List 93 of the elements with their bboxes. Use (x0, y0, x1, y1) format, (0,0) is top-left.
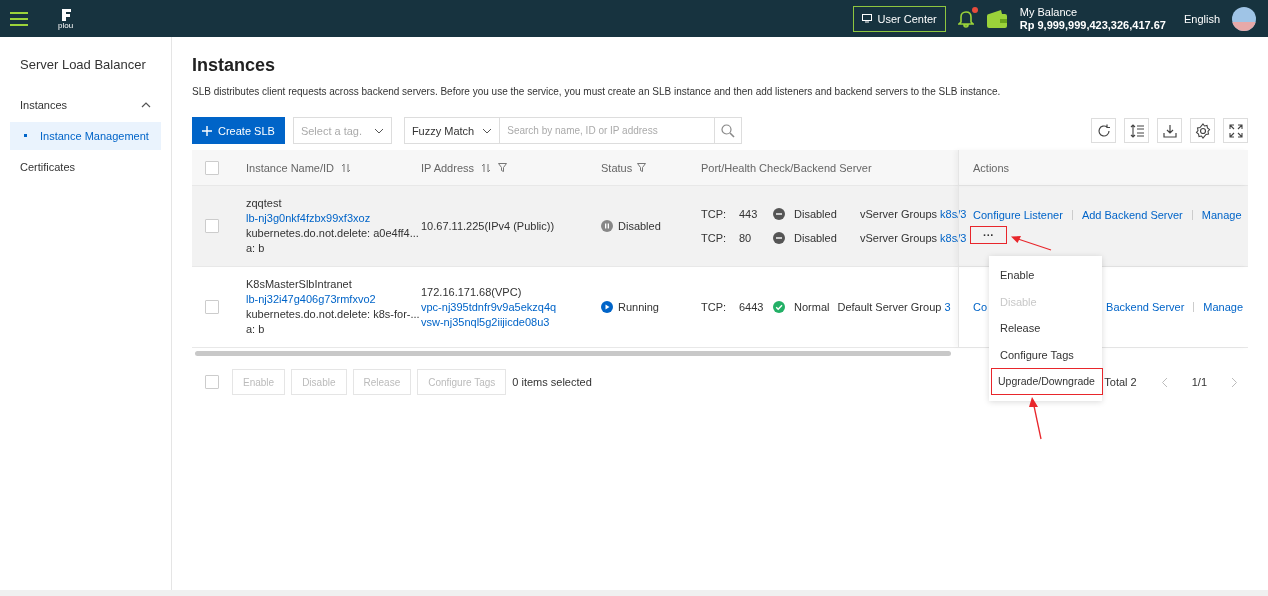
search-button[interactable] (715, 117, 743, 144)
instance-name: K8sMasterSlbIntranet (246, 278, 352, 291)
download-icon (1162, 123, 1177, 138)
page-description: SLB distributes client requests across backend servers. Before you use the service, you must create an SLB instance and then add listeners and backend servers to the SLB instance. (192, 86, 1002, 97)
sort-icon[interactable] (482, 162, 490, 173)
instance-tag: kubernetes.do.not.delete: k8s-for-... (246, 308, 420, 321)
refresh-button[interactable] (1091, 118, 1116, 143)
more-actions-button[interactable]: ··· (971, 227, 1006, 243)
select-all-checkbox[interactable] (205, 160, 219, 175)
logo-text: plou (58, 21, 74, 30)
bell-icon[interactable] (957, 9, 974, 28)
port-number: 6443 (739, 300, 765, 314)
sidebar-title: Server Load Balancer (19, 57, 147, 72)
footer-checkbox[interactable] (205, 375, 219, 389)
menu-icon[interactable] (10, 11, 28, 26)
server-group-link[interactable]: k8s/3 (940, 231, 967, 245)
filter-icon[interactable] (498, 163, 507, 172)
server-group-label: vServer Groups (860, 207, 938, 221)
monitor-icon (862, 14, 873, 23)
action-link[interactable]: Manage (1203, 301, 1244, 313)
instance-id-link[interactable]: lb-nj3g0nkf4fzbx99xf3xoz (246, 212, 371, 225)
search-icon (721, 123, 736, 138)
filter-icon[interactable] (637, 163, 647, 172)
port-number: 80 (739, 231, 753, 245)
protocol-label: TCP: (701, 300, 728, 314)
row-checkbox[interactable] (205, 219, 219, 233)
sidebar-item[interactable]: Instance Management (10, 122, 161, 150)
protocol-label: TCP: (701, 231, 728, 245)
network-link[interactable]: vpc-nj395tdnfr9v9a5ekzq4q (421, 300, 557, 314)
server-group-link[interactable]: 3 (944, 300, 951, 314)
protocol-label: TCP: (701, 207, 728, 221)
health-status: Disabled (794, 207, 838, 221)
match-mode-select[interactable]: Fuzzy Match (403, 117, 501, 144)
chevron-down-icon (373, 127, 384, 134)
row-checkbox[interactable] (205, 300, 219, 314)
instance-tag: kubernetes.do.not.delete: a0e4ff4... (246, 227, 419, 240)
instance-name: zqqtest (246, 197, 282, 210)
status-label: Running (618, 301, 659, 313)
settings-button[interactable] (1190, 118, 1215, 143)
search-field[interactable]: Search by name, ID or IP address (500, 117, 716, 144)
action-link[interactable]: Manage (1201, 209, 1242, 221)
settings-icon (1194, 122, 1211, 139)
total-count: Total 2 (1104, 376, 1137, 388)
status-label: Disabled (618, 220, 661, 232)
page-indicator: 1/1 (1191, 376, 1207, 388)
plus-icon (202, 125, 212, 136)
annotation-arrow (1010, 234, 1052, 252)
instance-id-link[interactable]: lb-nj32i47g406g73rmfxvo2 (246, 293, 376, 306)
chevron-down-icon (482, 127, 493, 134)
column-settings-button[interactable] (1124, 118, 1149, 143)
selected-count: 0 items selected (512, 376, 592, 388)
sidebar-group[interactable]: Certificates (0, 158, 171, 176)
menu-item[interactable]: Enable (989, 262, 1102, 289)
language-selector[interactable]: English (1183, 12, 1220, 25)
column-header: IP Address (421, 161, 474, 174)
health-status: Disabled (794, 231, 838, 245)
action-link[interactable]: Backend Server (1106, 301, 1185, 313)
action-link[interactable]: Co (973, 301, 988, 313)
user-center-button[interactable]: User Center (853, 5, 946, 32)
action-link[interactable]: Add Backend Server (1081, 209, 1183, 221)
menu-item[interactable]: Release (989, 315, 1102, 342)
avatar[interactable] (1232, 6, 1256, 31)
ip-address: 10.67.11.225(IPv4 (Public)) (421, 219, 555, 233)
column-header: Actions (973, 161, 1010, 174)
create-button[interactable]: Create SLB (192, 117, 285, 144)
menu-item[interactable]: Configure Tags (989, 341, 1102, 369)
server-group-label: Default Server Group (837, 300, 942, 314)
scrollbar-thumb[interactable] (195, 351, 951, 356)
server-group-link[interactable]: k8s/3 (940, 207, 967, 221)
balance-value: Rp 9,999,999,423,326,417.67 (1019, 18, 1166, 32)
row-height-icon (1129, 123, 1144, 138)
column-header: Port/Health Check/Backend Server (701, 161, 872, 174)
instance-tag: a: b (246, 323, 265, 336)
fullscreen-icon (1228, 123, 1243, 138)
sidebar-group[interactable]: Instances (0, 96, 171, 114)
health-status: Normal (794, 300, 830, 314)
fullscreen-button[interactable] (1223, 118, 1248, 143)
page-title: Instances (192, 55, 277, 76)
refresh-icon (1096, 123, 1111, 138)
menu-item[interactable]: Upgrade/Downgrade (991, 368, 1103, 395)
balance-label: My Balance (1019, 5, 1079, 19)
download-button[interactable] (1157, 118, 1182, 143)
network-link[interactable]: vsw-nj35nql5g2iijicde08u3 (421, 315, 550, 329)
column-header: Status (601, 161, 633, 174)
action-link[interactable]: Configure Listener (973, 209, 1063, 221)
sort-icon[interactable] (342, 162, 351, 173)
column-header: Instance Name/ID (246, 161, 335, 174)
ip-address: 172.16.171.68(VPC) (421, 285, 522, 299)
wallet-icon[interactable] (985, 9, 1008, 28)
instance-tag: a: b (246, 242, 265, 255)
annotation-arrow (1027, 396, 1043, 440)
port-number: 443 (739, 207, 759, 221)
server-group-label: vServer Groups (860, 231, 938, 245)
